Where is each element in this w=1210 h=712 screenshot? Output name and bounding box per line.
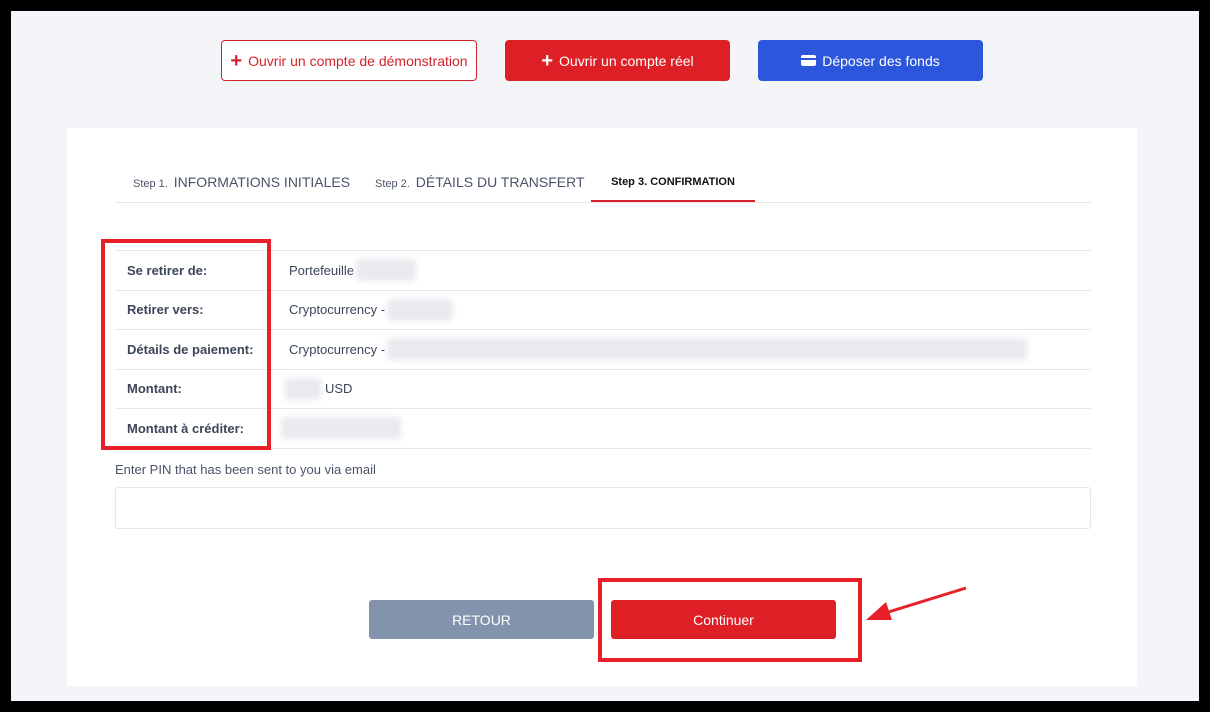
tab-step-number: Step 2. [375, 178, 410, 190]
credit-card-icon [801, 55, 817, 66]
tab-step-3-active[interactable]: Step 3. CONFIRMATION [591, 174, 755, 202]
open-demo-account-button[interactable]: + Ouvrir un compte de démonstration [221, 40, 477, 81]
redacted-value [387, 338, 1028, 361]
detail-value: Cryptocurrency - [289, 338, 1028, 361]
highlight-box-continue [598, 578, 862, 662]
detail-value [281, 417, 401, 440]
tab-step-label: CONFIRMATION [650, 176, 735, 188]
pin-input[interactable] [115, 487, 1091, 529]
detail-value-text: Cryptocurrency - [289, 302, 386, 318]
detail-value-text: Portefeuille [289, 262, 355, 278]
deposit-funds-button[interactable]: Déposer des fonds [758, 40, 983, 81]
plus-icon: + [541, 49, 554, 72]
back-button[interactable]: RETOUR [369, 600, 594, 639]
tab-step-2[interactable]: Step 2. DÉTAILS DU TRANSFERT [375, 174, 585, 202]
highlight-box-labels [101, 239, 271, 450]
steps-tabbar: Step 1. INFORMATIONS INITIALES Step 2. D… [115, 128, 1091, 203]
pin-label: Enter PIN that has been sent to you via … [115, 462, 376, 477]
tab-step-number: Step 1. [133, 178, 168, 190]
detail-value: Cryptocurrency - [289, 298, 454, 321]
open-real-account-button[interactable]: + Ouvrir un compte réel [505, 40, 730, 81]
open-real-account-label: Ouvrir un compte réel [559, 52, 694, 69]
tab-step-label: INFORMATIONS INITIALES [173, 174, 351, 190]
redacted-value [356, 259, 417, 282]
tab-step-number: Step 3. [611, 176, 648, 188]
tab-step-1[interactable]: Step 1. INFORMATIONS INITIALES [133, 174, 350, 202]
tab-step-label: DÉTAILS DU TRANSFERT [415, 174, 585, 190]
plus-icon: + [230, 49, 243, 72]
annotation-arrow-icon [866, 586, 967, 620]
redacted-value [387, 298, 454, 321]
deposit-funds-label: Déposer des fonds [822, 52, 940, 69]
detail-value-text: Cryptocurrency - [289, 341, 386, 357]
redacted-value [285, 377, 321, 400]
detail-value-text: USD [325, 381, 353, 397]
open-demo-account-label: Ouvrir un compte de démonstration [248, 52, 468, 69]
redacted-value [281, 417, 401, 440]
detail-value: Portefeuille [289, 259, 417, 282]
detail-value: USD [285, 377, 353, 400]
